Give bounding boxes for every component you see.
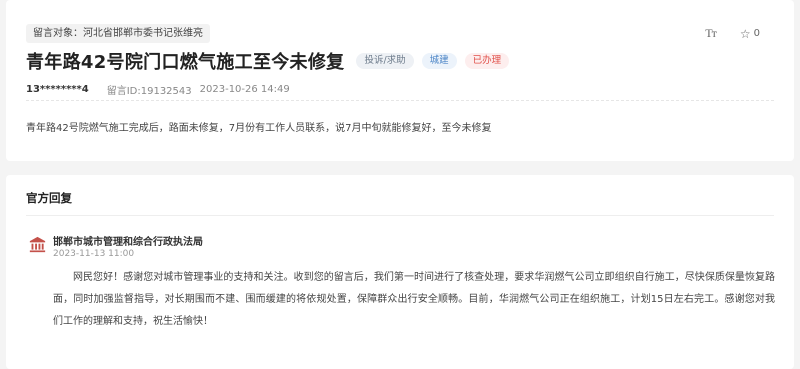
divider xyxy=(26,215,774,216)
reply-datetime: 2023-11-13 11:00 xyxy=(53,249,135,259)
message-card: 留言对象：河北省邯郸市委书记张维亮 Tт ☆ 0 青年路42号院门口燃气施工至今… xyxy=(6,0,794,161)
user-id: 13********4 xyxy=(26,84,89,95)
department-tag: 城建 xyxy=(421,53,457,69)
government-building-icon xyxy=(29,236,46,253)
page-title: 青年路42号院门口燃气施工至今未修复 xyxy=(26,52,345,73)
message-datetime: 2023-10-26 14:49 xyxy=(199,84,290,95)
message-content: 青年路42号院燃气施工完成后，路面未修复，7月份有工作人员联系，说7月中旬就能修… xyxy=(26,123,492,134)
message-target-tag: 留言对象：河北省邯郸市委书记张维亮 xyxy=(26,24,210,43)
official-reply-card: 官方回复 邯郸市城市管理和综合行政执法局 2023-11-13 11:00 网民… xyxy=(6,175,794,369)
divider xyxy=(26,100,774,101)
reply-section-title: 官方回复 xyxy=(26,191,72,205)
title-row: 青年路42号院门口燃气施工至今未修复 投诉/求助 城建 已办理 xyxy=(26,48,510,74)
message-meta: 13********4 留言ID:19132543 2023-10-26 14:… xyxy=(26,82,290,97)
status-badge: 已办理 xyxy=(464,53,510,69)
category-tag: 投诉/求助 xyxy=(356,53,414,69)
reply-org-name: 邯郸市城市管理和综合行政执法局 xyxy=(53,237,203,248)
star-icon: ☆ xyxy=(739,26,751,41)
font-size-icon[interactable]: Tт xyxy=(705,26,717,41)
reply-text: 网民您好！感谢您对城市管理事业的支持和关注。收到您的留言后，我们第一时间进行了核… xyxy=(53,272,775,327)
message-actions: Tт ☆ 0 xyxy=(705,26,760,41)
message-id: 留言ID:19132543 xyxy=(106,86,192,97)
favorite-button[interactable]: ☆ 0 xyxy=(740,28,760,40)
favorite-count: 0 xyxy=(753,28,760,39)
